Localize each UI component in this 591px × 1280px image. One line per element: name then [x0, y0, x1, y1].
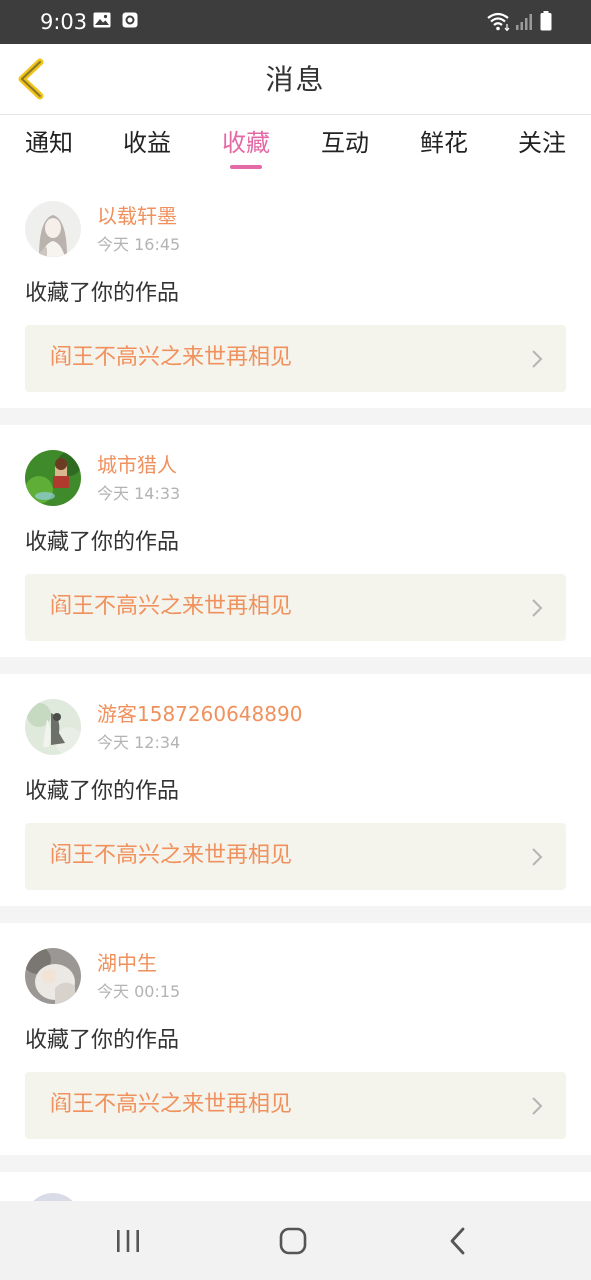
- notification-card: 湖中生 今天 00:15 收藏了你的作品 阎王不高兴之来世再相见: [0, 923, 591, 1155]
- chevron-right-icon: [532, 1097, 543, 1115]
- username[interactable]: 游客1587260648890: [97, 701, 302, 727]
- avatar[interactable]: [25, 450, 81, 506]
- username[interactable]: 湖中生: [97, 950, 157, 976]
- tab-interactions[interactable]: 互动: [300, 127, 390, 159]
- back-icon[interactable]: [438, 1223, 478, 1259]
- navigation-bar: [0, 1201, 591, 1280]
- signal-icon: [516, 14, 532, 30]
- timestamp: 今天 14:33: [97, 484, 181, 503]
- chevron-right-icon: [532, 350, 543, 368]
- tab-notifications[interactable]: 通知: [4, 127, 94, 159]
- timestamp: 今天 16:45: [97, 235, 181, 254]
- chevron-right-icon: [532, 848, 543, 866]
- work-title: 阎王不高兴之来世再相见: [50, 345, 293, 370]
- header: 消息: [0, 44, 591, 115]
- home-icon[interactable]: [273, 1223, 313, 1259]
- tab-follows[interactable]: 关注: [497, 127, 587, 159]
- tab-favorites[interactable]: 收藏: [201, 127, 291, 159]
- work-link[interactable]: 阎王不高兴之来世再相见: [25, 823, 566, 890]
- work-title: 阎王不高兴之来世再相见: [50, 594, 293, 619]
- tab-earnings[interactable]: 收益: [102, 127, 192, 159]
- card-separator: [0, 408, 591, 425]
- wifi-icon: [487, 12, 510, 31]
- notification-card: 以载轩墨 今天 16:45 收藏了你的作品 阎王不高兴之来世再相见: [0, 176, 591, 408]
- tab-bar: 通知 收益 收藏 互动 鲜花 关注: [0, 115, 591, 175]
- tab-flowers[interactable]: 鲜花: [399, 127, 489, 159]
- status-time: 9:03: [40, 10, 88, 34]
- recent-apps-icon[interactable]: [108, 1223, 148, 1259]
- work-link[interactable]: 阎王不高兴之来世再相见: [25, 325, 566, 392]
- notification-card: 城市猎人 今天 14:33 收藏了你的作品 阎王不高兴之来世再相见: [0, 425, 591, 657]
- username[interactable]: 以载轩墨: [97, 203, 177, 229]
- battery-icon: [540, 11, 552, 31]
- avatar[interactable]: [25, 699, 81, 755]
- status-bar: 9:03: [0, 0, 591, 44]
- username[interactable]: 城市猎人: [97, 452, 177, 478]
- gallery-icon: [93, 12, 111, 28]
- card-separator: [0, 906, 591, 923]
- action-text: 收藏了你的作品: [25, 530, 180, 555]
- work-title: 阎王不高兴之来世再相见: [50, 843, 293, 868]
- chevron-right-icon: [532, 599, 543, 617]
- page-title: 消息: [265, 63, 326, 96]
- action-text: 收藏了你的作品: [25, 779, 180, 804]
- app-notification-icon: [122, 12, 138, 28]
- work-title: 阎王不高兴之来世再相见: [50, 1092, 293, 1117]
- action-text: 收藏了你的作品: [25, 281, 180, 306]
- card-separator: [0, 1155, 591, 1172]
- avatar[interactable]: [25, 201, 81, 257]
- work-link[interactable]: 阎王不高兴之来世再相见: [25, 1072, 566, 1139]
- notification-card: 游客1587260648890 今天 12:34 收藏了你的作品 阎王不高兴之来…: [0, 674, 591, 906]
- action-text: 收藏了你的作品: [25, 1028, 180, 1053]
- timestamp: 今天 00:15: [97, 982, 181, 1001]
- timestamp: 今天 12:34: [97, 733, 181, 752]
- active-tab-indicator: [230, 165, 262, 169]
- avatar[interactable]: [25, 948, 81, 1004]
- card-separator: [0, 657, 591, 674]
- work-link[interactable]: 阎王不高兴之来世再相见: [25, 574, 566, 641]
